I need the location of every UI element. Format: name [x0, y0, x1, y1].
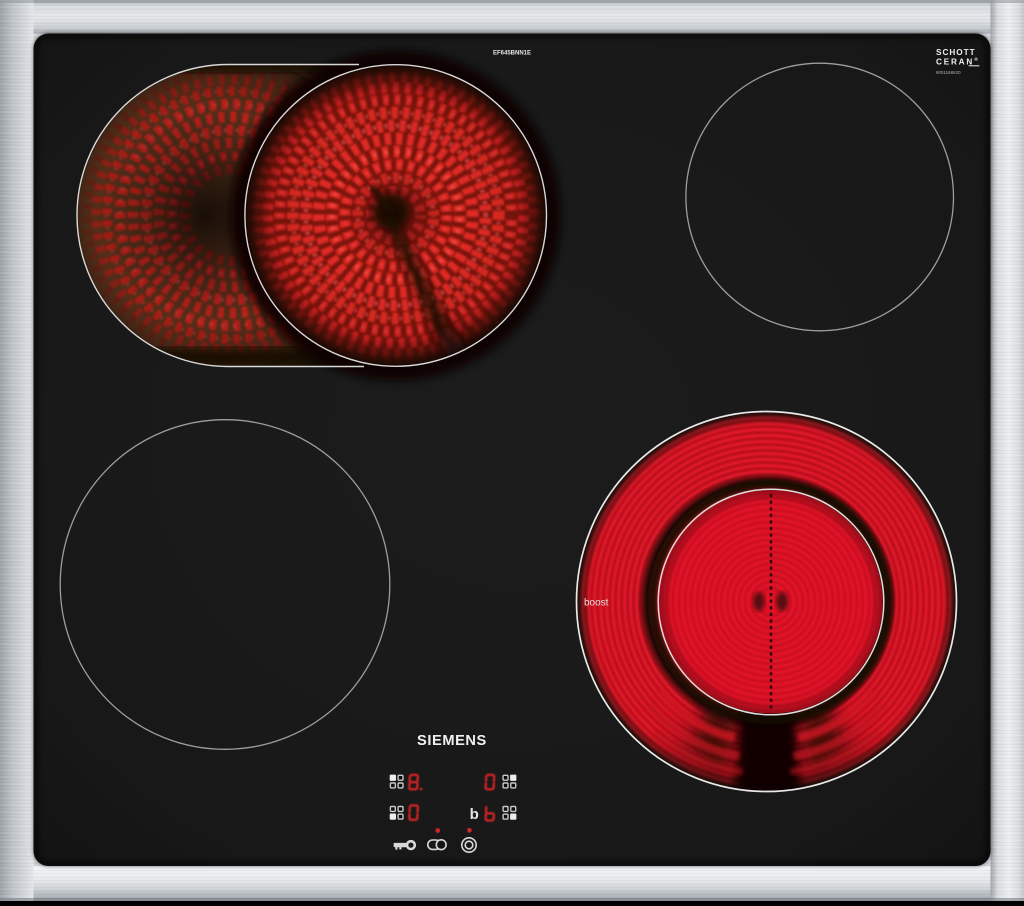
svg-text:b: b: [470, 806, 479, 823]
svg-text:SIEMENS: SIEMENS: [417, 733, 487, 749]
svg-text:boost: boost: [584, 598, 609, 609]
svg-text:EF645BNN1E: EF645BNN1E: [493, 51, 531, 57]
svg-text:CERAN: CERAN: [936, 58, 974, 67]
svg-text:®: ®: [974, 56, 978, 63]
svg-text:9001168620: 9001168620: [936, 70, 961, 75]
svg-text:SCHOTT: SCHOTT: [936, 48, 976, 57]
